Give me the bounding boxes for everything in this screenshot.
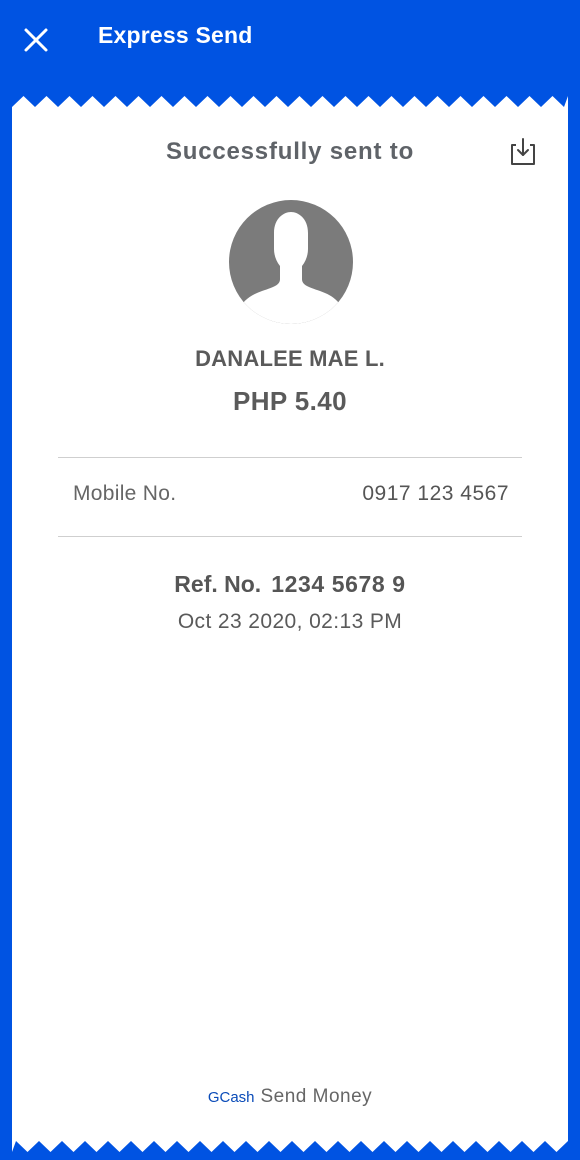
transaction-datetime: Oct 23 2020, 02:13 PM [177, 610, 403, 633]
download-icon [511, 138, 535, 165]
mobile-number: 0917 123 4567 [362, 482, 509, 505]
ref-value: 1234 5678 9 [271, 571, 406, 597]
receipt-footer: GCash Send Money [12, 1086, 568, 1108]
reference-number-row: Ref. No. 1234 5678 9 [12, 571, 568, 598]
success-heading: Successfully sent to [165, 138, 415, 165]
download-button[interactable] [508, 136, 538, 168]
page-title: Express Send [98, 22, 253, 48]
person-silhouette-icon [229, 200, 353, 324]
amount-sent: PHP 5.40 [232, 386, 348, 416]
ref-label: Ref. No. [174, 571, 262, 597]
top-bar: Express Send [0, 0, 580, 96]
close-icon [24, 28, 48, 52]
divider [58, 457, 522, 458]
avatar [228, 199, 354, 325]
divider [58, 536, 522, 537]
close-button[interactable] [20, 24, 52, 56]
receipt-card: Successfully sent to DANALEE MAE L. PHP … [12, 96, 568, 1152]
footer-label: Send Money [260, 1086, 373, 1107]
recipient-name: DANALEE MAE L. [195, 346, 385, 371]
mobile-label: Mobile No. [73, 482, 177, 505]
gcash-logo-text: GCash [207, 1089, 255, 1106]
